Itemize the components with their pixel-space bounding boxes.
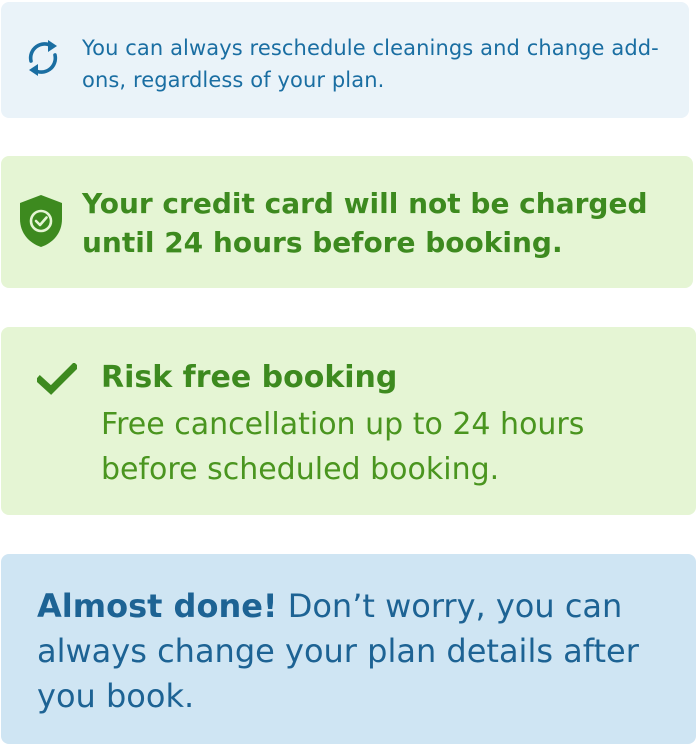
credit-card-notice-text: Your credit card will not be charged unt…: [82, 187, 648, 259]
checkmark-icon: [37, 363, 77, 395]
shield-check-icon: [20, 195, 62, 247]
risk-free-booking-title: Risk free booking: [101, 360, 398, 395]
sync-icon: [28, 40, 58, 76]
risk-free-booking-description: Free cancellation up to 24 hours before …: [101, 407, 585, 487]
almost-done-message: Almost done! Don’t worry, you can always…: [37, 584, 677, 719]
reschedule-info-text: You can always reschedule cleanings and …: [82, 36, 659, 92]
almost-done-lead: Almost done!: [37, 587, 278, 625]
